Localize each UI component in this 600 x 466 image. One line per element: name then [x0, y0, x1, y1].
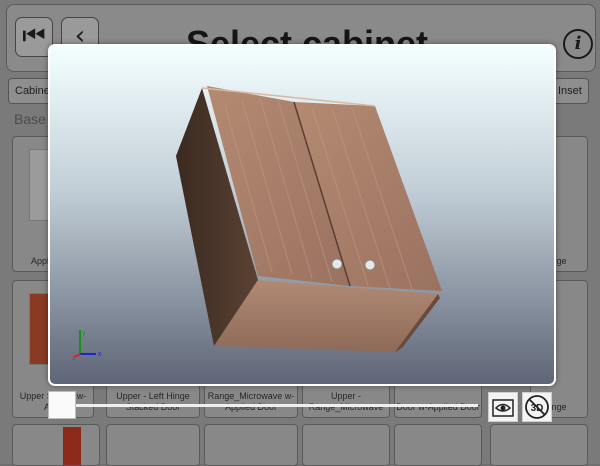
left-door-knob: [331, 258, 343, 270]
eye-view-icon: [492, 399, 514, 417]
cabinet-item[interactable]: [302, 424, 390, 466]
toggle-3d-button[interactable]: 3D: [522, 392, 552, 422]
cabinet-item-label: Upper - Left Hinge Stacked Door: [116, 391, 190, 412]
cabinet-thumbnail: [63, 427, 81, 465]
tab-inset[interactable]: Inset: [551, 78, 589, 104]
3d-off-icon: 3D: [525, 395, 549, 419]
cabinet-item[interactable]: [394, 424, 482, 466]
cabinet-3d-viewer[interactable]: [48, 44, 556, 386]
right-door-knob: [364, 259, 376, 271]
view-mode-button[interactable]: [488, 392, 518, 422]
cabinet-item[interactable]: [106, 424, 200, 466]
z-axis-label: z: [72, 355, 76, 360]
y-axis-label: y: [82, 330, 86, 337]
axis-gizmo: y x z: [72, 330, 102, 360]
z-axis-line: [74, 353, 81, 358]
info-icon: i: [574, 33, 582, 54]
cabinet-item-label: Range_Microwave w-Applied Door: [207, 391, 295, 412]
x-axis-label: x: [98, 351, 102, 358]
rotation-slider-track[interactable]: [74, 404, 478, 407]
info-button[interactable]: i: [563, 29, 593, 59]
rotation-slider-handle[interactable]: [48, 391, 76, 419]
cabinet-item[interactable]: [204, 424, 298, 466]
cabinet-item[interactable]: [490, 424, 588, 466]
section-label: Base: [14, 111, 46, 127]
cabinet-item[interactable]: [12, 424, 100, 466]
cabinet-item-label: Upper - Range_Microwave: [308, 391, 384, 412]
cabinet-3d-model[interactable]: [50, 46, 554, 384]
